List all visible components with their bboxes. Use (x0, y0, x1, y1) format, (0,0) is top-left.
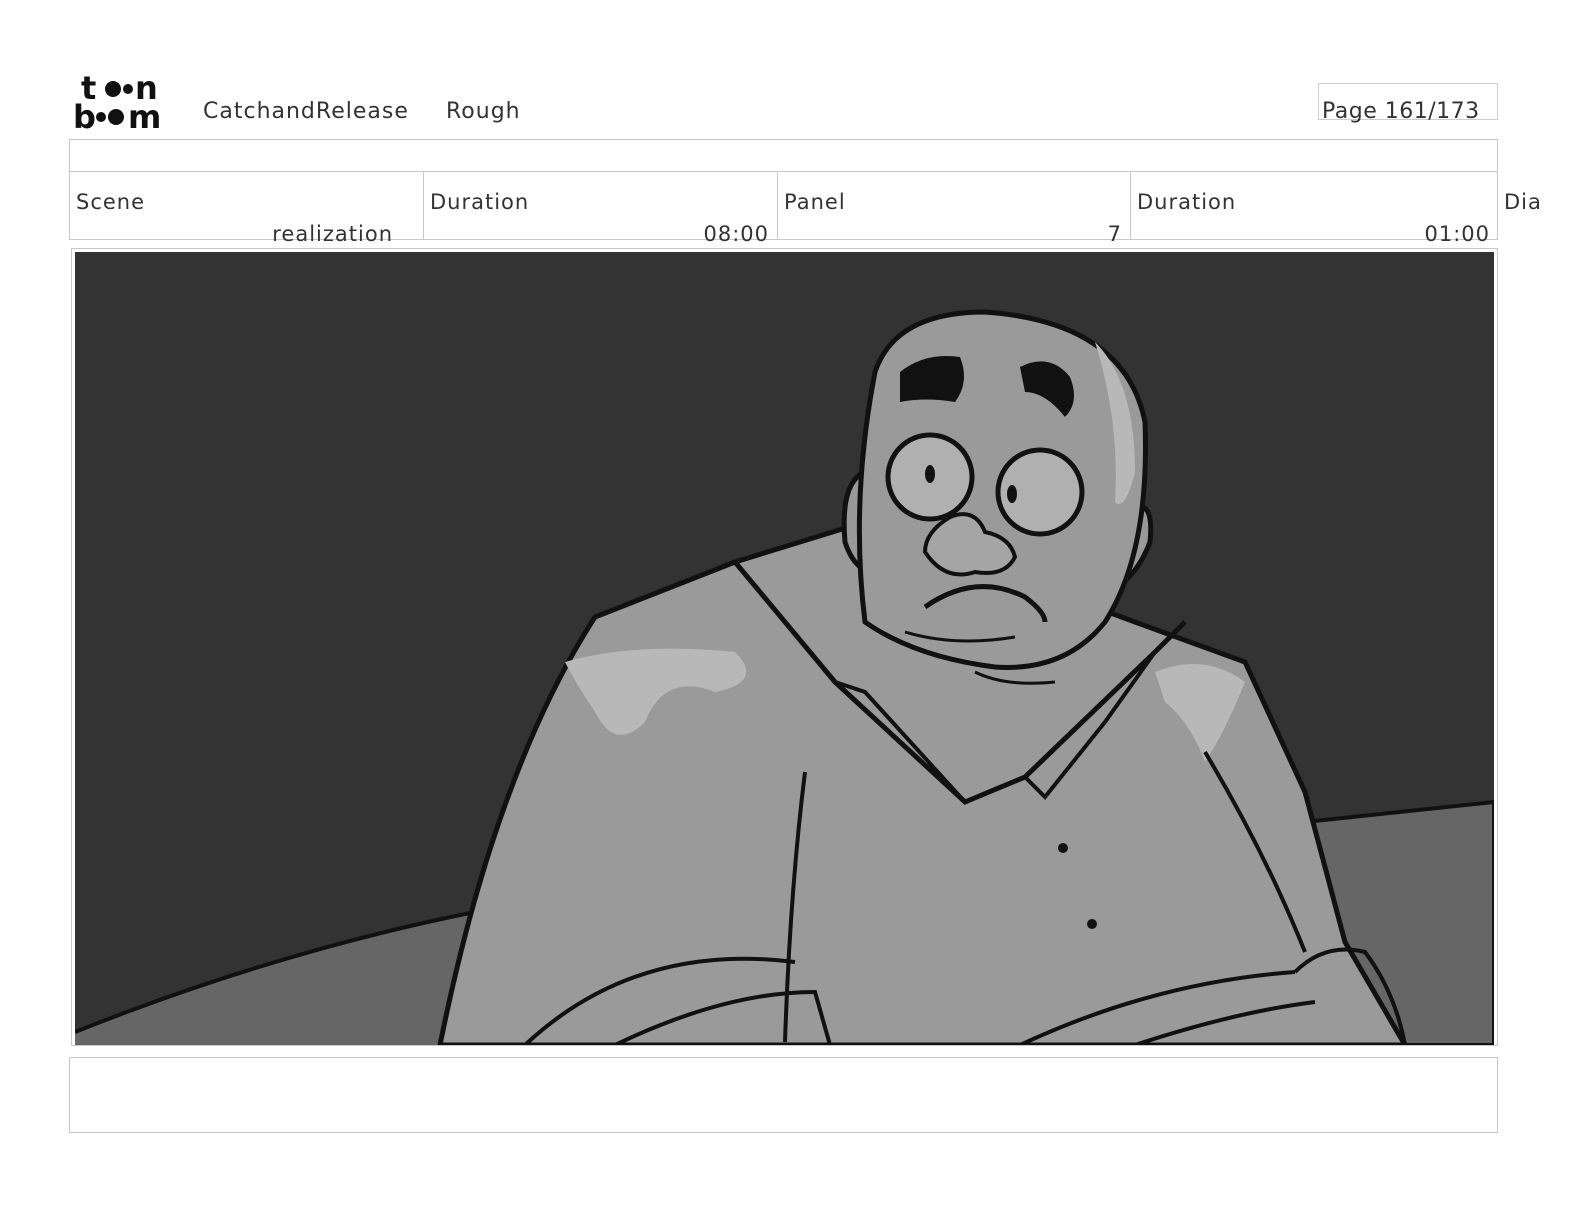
svg-text:b: b (73, 98, 96, 132)
scene-value: realization (272, 222, 393, 246)
stage-name: Rough (446, 99, 521, 124)
scene-duration-value: 08:00 (703, 222, 769, 246)
panel-duration-label: Duration (1137, 190, 1237, 214)
panel-duration-value: 01:00 (1424, 222, 1490, 246)
panel-label: Panel (784, 190, 846, 214)
scene-duration-cell: Duration 08:00 (424, 172, 778, 246)
title-bar (69, 139, 1498, 172)
project-name: CatchandRelease (203, 99, 409, 124)
page-number: Page 161/173 (1322, 99, 1480, 124)
dialog-label: Dia (1504, 190, 1542, 214)
scene-duration-label: Duration (430, 190, 530, 214)
scene-label: Scene (76, 190, 146, 214)
panel-cell: Panel 7 (778, 172, 1131, 246)
panel-duration-cell: Duration 01:00 (1131, 172, 1498, 246)
notes-box (69, 1057, 1498, 1133)
storyboard-panel-image (75, 252, 1494, 1045)
svg-text:m: m (128, 98, 161, 132)
scene-cell: Scene realization (70, 172, 424, 246)
info-row: Scene realization Duration 08:00 Panel 7… (69, 172, 1498, 246)
toonboom-logo: t n b m (73, 69, 183, 136)
panel-value: 7 (1107, 222, 1122, 246)
